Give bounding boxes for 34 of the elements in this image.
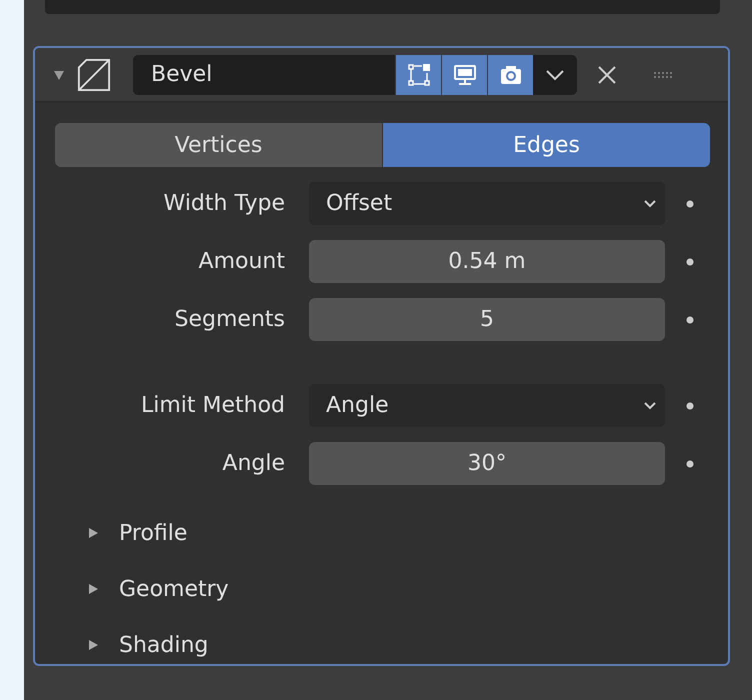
number-field[interactable]: 30° (309, 442, 665, 485)
viewport-toggle[interactable] (441, 54, 487, 94)
monitor-icon (452, 62, 476, 86)
dropdown[interactable]: Offset (309, 182, 665, 225)
drag-handle-icon[interactable] (653, 70, 673, 78)
property-label: Segments (174, 307, 286, 332)
keyframe-dot-icon[interactable] (686, 460, 694, 468)
property-label: Width Type (162, 191, 286, 216)
keyframe-dot-icon[interactable] (686, 402, 694, 410)
mode-tab[interactable]: Vertices (55, 123, 383, 167)
close-icon[interactable] (597, 64, 617, 84)
dropdown[interactable]: Angle (309, 384, 665, 427)
vertex-cage-icon (406, 62, 430, 86)
property-label: Angle (221, 451, 286, 476)
mode-tab[interactable]: Edges (383, 123, 710, 167)
chevron-down-icon (545, 68, 565, 80)
render-toggle[interactable] (487, 54, 533, 94)
keyframe-dot-icon[interactable] (686, 258, 694, 266)
property-label: Limit Method (140, 393, 286, 418)
modifier-name-field[interactable]: Bevel (133, 54, 395, 94)
edit-mode-toggle[interactable] (395, 54, 441, 94)
keyframe-dot-icon[interactable] (686, 200, 694, 208)
property-label: Amount (198, 249, 286, 274)
number-field[interactable]: 5 (309, 298, 665, 341)
subpanel-header[interactable]: Profile (87, 519, 728, 547)
chevron-down-icon (643, 198, 657, 208)
number-field[interactable]: 0.54 m (309, 240, 665, 283)
subpanel-header[interactable]: Geometry (87, 575, 728, 603)
bevel-icon (77, 58, 111, 92)
collapse-arrow-icon[interactable] (53, 68, 65, 80)
keyframe-dot-icon[interactable] (686, 316, 694, 324)
menu-button[interactable] (533, 54, 577, 94)
chevron-down-icon (643, 400, 657, 410)
subpanel-header[interactable]: Shading (87, 631, 728, 659)
